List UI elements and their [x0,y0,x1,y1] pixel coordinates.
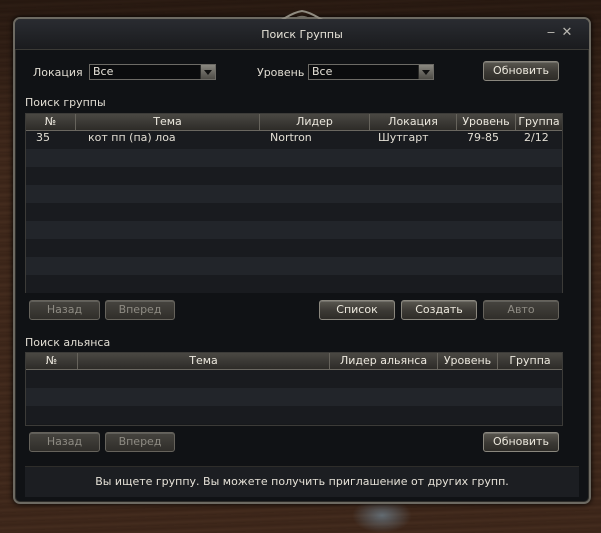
column-header-alliance-leader[interactable]: Лидер альянса [330,353,438,369]
party-back-button[interactable]: Назад [29,300,100,320]
table-row[interactable] [26,370,562,388]
table-row[interactable]: 35 кот пп (па) лоа Nortron Шутгарт 79-85… [26,131,562,149]
row-level: 79-85 [467,131,499,144]
close-icon[interactable]: ✕ [561,26,573,39]
table-row[interactable] [26,388,562,406]
alliance-search-title: Поиск альянса [25,336,111,349]
list-button[interactable]: Список [319,300,395,320]
column-header-level[interactable]: Уровень [438,353,498,369]
window-title: Поиск Группы [261,28,343,41]
minimize-icon[interactable]: ‒ [545,26,557,39]
create-button[interactable]: Создать [401,300,477,320]
level-select[interactable]: Все [308,64,434,80]
column-header-level[interactable]: Уровень [457,114,516,130]
location-select-value: Все [93,65,114,78]
column-header-group[interactable]: Группа [498,353,562,369]
alliance-table: № Тема Лидер альянса Уровень Группа [25,352,563,426]
table-row[interactable] [26,275,562,293]
row-theme: кот пп (па) лоа [88,131,176,144]
column-header-number[interactable]: № [26,114,76,130]
alliance-forward-button[interactable]: Вперед [105,432,175,452]
location-select[interactable]: Все [89,64,216,80]
column-header-theme[interactable]: Тема [76,114,260,130]
column-header-number[interactable]: № [26,353,78,369]
level-label: Уровень [257,66,305,79]
alliance-table-header: № Тема Лидер альянса Уровень Группа [26,353,562,370]
party-table-header: № Тема Лидер Локация Уровень Группа [26,114,562,131]
table-row[interactable] [26,406,562,424]
column-header-theme[interactable]: Тема [78,353,330,369]
row-location: Шутгарт [378,131,429,144]
row-number: 35 [36,131,50,144]
column-header-group[interactable]: Группа [516,114,562,130]
table-row[interactable] [26,167,562,185]
column-header-leader[interactable]: Лидер [260,114,370,130]
chevron-down-icon[interactable] [418,65,433,79]
table-row[interactable] [26,221,562,239]
table-row[interactable] [26,257,562,275]
party-table: № Тема Лидер Локация Уровень Группа 35 к… [25,113,563,293]
party-search-window: Поиск Группы ‒ ✕ Локация Все Уровень Все… [13,10,591,504]
table-row[interactable] [26,149,562,167]
column-header-location[interactable]: Локация [370,114,457,130]
row-group: 2/12 [524,131,549,144]
table-row[interactable] [26,203,562,221]
location-label: Локация [33,66,83,79]
table-row[interactable] [26,239,562,257]
title-bar[interactable]: Поиск Группы ‒ ✕ [15,19,589,50]
table-row[interactable] [26,185,562,203]
alliance-refresh-button[interactable]: Обновить [483,432,559,452]
chevron-down-icon[interactable] [200,65,215,79]
alliance-back-button[interactable]: Назад [29,432,100,452]
status-message: Вы ищете группу. Вы можете получить приг… [25,466,579,497]
party-search-title: Поиск группы [25,96,106,109]
level-select-value: Все [312,65,333,78]
row-leader: Nortron [270,131,312,144]
refresh-button[interactable]: Обновить [483,61,559,81]
auto-button[interactable]: Авто [483,300,559,320]
party-forward-button[interactable]: Вперед [105,300,175,320]
